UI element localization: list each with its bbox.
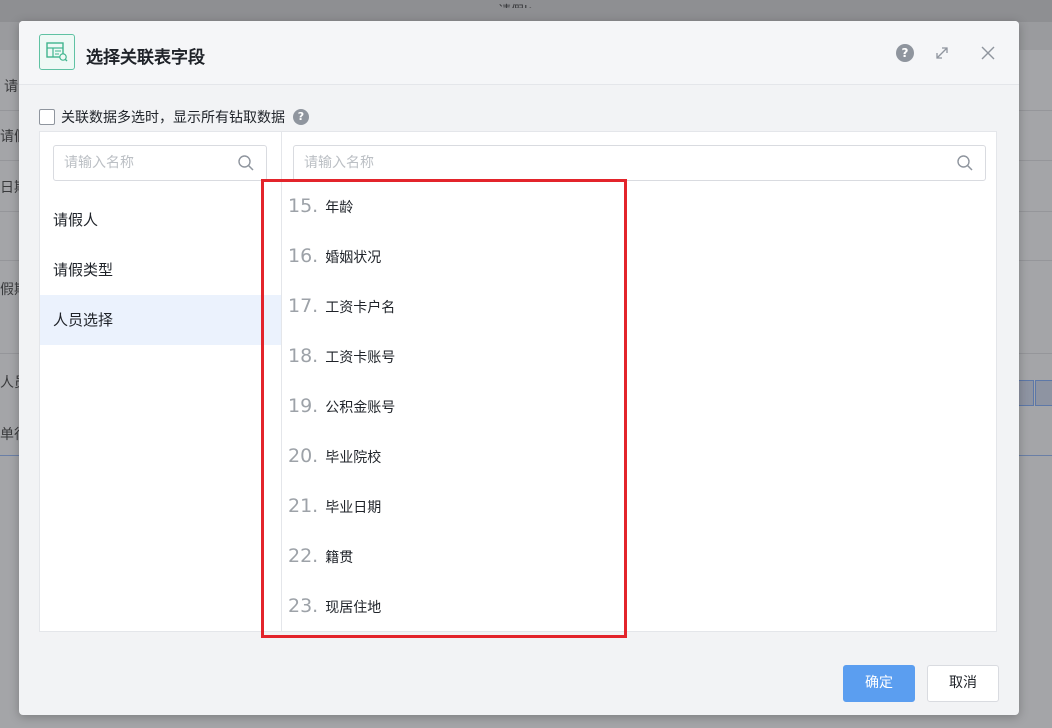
cancel-button[interactable]: 取消 bbox=[927, 665, 999, 702]
help-icon[interactable]: ? bbox=[293, 109, 309, 125]
related-table-list: 请假人 请假类型 人员选择 bbox=[40, 132, 282, 631]
multi-select-option: 关联数据多选时，显示所有钻取数据 ? bbox=[39, 107, 309, 127]
show-all-drill-data-checkbox[interactable] bbox=[39, 109, 55, 125]
table-item-leave-type[interactable]: 请假类型 bbox=[40, 245, 281, 295]
expand-icon[interactable] bbox=[933, 44, 951, 62]
background-form-title: 请假k bbox=[498, 0, 532, 8]
dialog-header: 选择关联表字段 ? bbox=[19, 21, 1019, 85]
dialog-title: 选择关联表字段 bbox=[86, 48, 205, 68]
search-icon[interactable] bbox=[956, 154, 974, 172]
table-field-icon bbox=[39, 34, 75, 70]
table-search-input[interactable] bbox=[64, 146, 234, 180]
close-icon[interactable] bbox=[979, 44, 997, 62]
search-icon[interactable] bbox=[237, 154, 255, 172]
table-search-box bbox=[53, 145, 267, 181]
table-item-person-select[interactable]: 人员选择 bbox=[40, 295, 281, 345]
background-label-1: 请 bbox=[4, 79, 18, 95]
confirm-button[interactable]: 确定 bbox=[843, 665, 915, 702]
background-button bbox=[1035, 380, 1052, 406]
show-all-drill-data-label[interactable]: 关联数据多选时，显示所有钻取数据 bbox=[61, 107, 285, 127]
highlight-annotation-box bbox=[261, 179, 627, 638]
help-icon[interactable]: ? bbox=[896, 44, 914, 62]
field-search-box bbox=[293, 145, 986, 181]
table-item-applicant[interactable]: 请假人 bbox=[40, 195, 281, 245]
field-search-input[interactable] bbox=[304, 146, 944, 180]
